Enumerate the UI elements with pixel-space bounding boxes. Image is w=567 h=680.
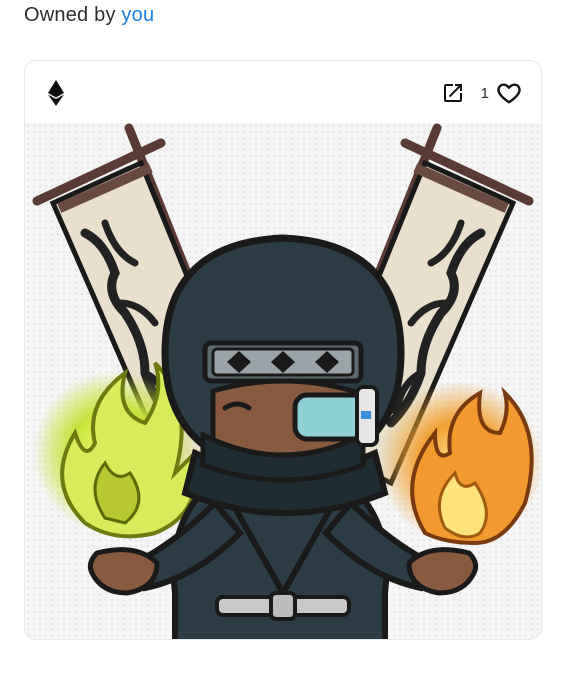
owner-link[interactable]: you (121, 4, 154, 26)
nft-card: 1 (24, 60, 542, 640)
owned-by-label: Owned by (24, 4, 116, 26)
ethereum-icon (48, 80, 64, 106)
favorite-count: 1 (480, 84, 489, 102)
ninja-head (161, 234, 405, 483)
nft-image[interactable] (25, 123, 541, 639)
ownership-line: Owned by you (24, 4, 154, 27)
external-link-icon (443, 84, 462, 102)
card-header: 1 (25, 61, 541, 123)
ninja-artwork (32, 123, 541, 639)
heart-outline-icon (497, 83, 521, 104)
favorite-button[interactable] (495, 79, 523, 107)
card-actions: 1 (439, 79, 523, 107)
orange-flame (379, 381, 541, 546)
external-link-button[interactable] (439, 79, 467, 107)
